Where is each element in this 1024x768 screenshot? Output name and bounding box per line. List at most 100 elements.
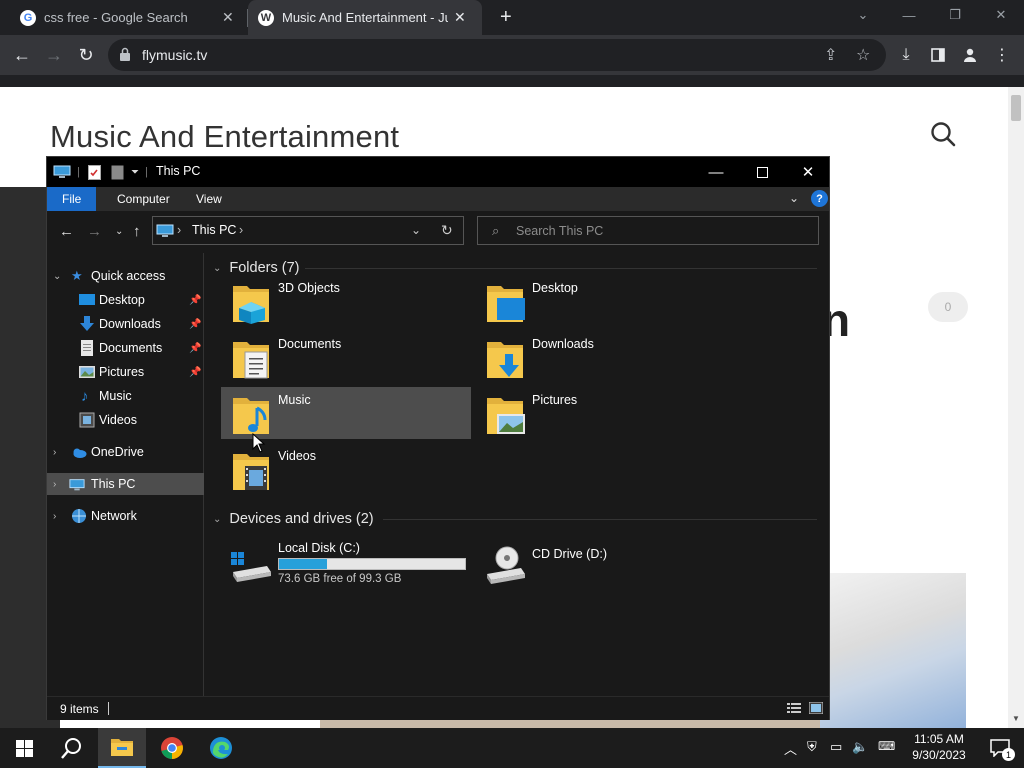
maximize-icon[interactable] bbox=[739, 157, 785, 187]
forward-arrow-icon[interactable]: → bbox=[87, 223, 102, 240]
back-icon[interactable]: ← bbox=[10, 43, 34, 67]
nav-network[interactable]: › Network bbox=[47, 505, 204, 527]
close-icon[interactable]: ✕ bbox=[978, 0, 1024, 30]
details-view-icon[interactable] bbox=[787, 702, 801, 714]
edge-icon bbox=[210, 737, 232, 759]
address-bar[interactable]: flymusic.tv ⇪ ☆ bbox=[108, 39, 886, 71]
folder-3d-objects[interactable]: 3D Objects bbox=[221, 275, 471, 327]
search-icon bbox=[61, 738, 81, 759]
this-pc-icon bbox=[69, 479, 85, 491]
tab-google-search[interactable]: G css free - Google Search ✕ bbox=[20, 0, 234, 35]
collapsed-chevron-icon[interactable]: › bbox=[53, 511, 56, 522]
minimize-icon[interactable]: — bbox=[693, 157, 739, 187]
back-arrow-icon[interactable]: ← bbox=[59, 223, 74, 240]
network-tray-icon[interactable]: ▭ bbox=[830, 739, 842, 755]
help-icon[interactable]: ? bbox=[811, 190, 828, 207]
close-icon[interactable]: ✕ bbox=[785, 157, 831, 187]
this-pc-icon bbox=[156, 224, 174, 237]
nav-quick-access[interactable]: ⌄ ★ Quick access bbox=[47, 265, 204, 287]
folder-documents[interactable]: Documents bbox=[221, 331, 471, 383]
collapsed-chevron-icon[interactable]: › bbox=[53, 479, 56, 490]
recent-locations-chevron-icon[interactable]: ⌄ bbox=[115, 226, 123, 237]
nav-pictures[interactable]: Pictures 📌 bbox=[47, 361, 204, 383]
side-panel-icon[interactable] bbox=[926, 43, 950, 67]
share-icon[interactable]: ⇪ bbox=[824, 45, 837, 65]
profile-icon[interactable] bbox=[958, 43, 982, 67]
folder-downloads[interactable]: Downloads bbox=[475, 331, 725, 383]
expanded-chevron-icon[interactable]: ⌄ bbox=[213, 514, 221, 525]
reload-icon[interactable]: ↻ bbox=[74, 43, 98, 67]
comment-count-badge[interactable]: 0 bbox=[928, 292, 968, 322]
search-icon[interactable] bbox=[930, 121, 956, 147]
address-dropdown-icon[interactable]: ⌄ bbox=[411, 223, 421, 237]
system-clock[interactable]: 11:05 AM 9/30/2023 bbox=[906, 731, 972, 763]
close-icon[interactable]: ✕ bbox=[454, 9, 466, 26]
group-title: Folders (7) bbox=[229, 260, 300, 276]
folder-music[interactable]: Music bbox=[221, 387, 471, 439]
close-icon[interactable]: ✕ bbox=[222, 9, 234, 26]
search-icon: ⌕ bbox=[492, 223, 500, 238]
drive-cd-d[interactable]: CD Drive (D:) bbox=[475, 537, 725, 589]
page-scrollbar[interactable]: ▼ bbox=[1008, 87, 1024, 728]
ribbon-tab-computer[interactable]: Computer bbox=[102, 187, 185, 211]
show-hidden-icons-chevron-icon[interactable]: ︿ bbox=[784, 739, 797, 758]
taskbar-edge[interactable] bbox=[197, 728, 245, 768]
download-icon[interactable]: ⤓ bbox=[894, 43, 918, 67]
restore-icon[interactable]: ❐ bbox=[932, 0, 978, 30]
forward-icon[interactable]: → bbox=[42, 43, 66, 67]
start-button[interactable] bbox=[0, 728, 48, 768]
new-folder-icon[interactable] bbox=[111, 164, 124, 180]
taskbar-chrome[interactable] bbox=[148, 728, 196, 768]
search-box[interactable]: ⌕ bbox=[477, 216, 819, 245]
folder-desktop[interactable]: Desktop bbox=[475, 275, 725, 327]
nav-music[interactable]: ♪ Music bbox=[47, 385, 204, 407]
status-bar: 9 items bbox=[47, 696, 829, 720]
ribbon-tab-file[interactable]: File bbox=[47, 187, 97, 211]
search-button[interactable] bbox=[48, 728, 96, 768]
expand-ribbon-chevron-icon[interactable]: ⌄ bbox=[789, 191, 799, 205]
large-icons-view-icon[interactable] bbox=[809, 702, 823, 714]
up-arrow-icon[interactable]: ↑ bbox=[133, 223, 141, 240]
taskbar-file-explorer[interactable] bbox=[98, 728, 146, 768]
site-title[interactable]: Music And Entertainment bbox=[50, 119, 399, 155]
scrollbar-thumb[interactable] bbox=[1011, 95, 1021, 121]
customize-toolbar-chevron-icon[interactable]: ⏷ bbox=[131, 164, 139, 180]
breadcrumb-chevron-icon[interactable]: › bbox=[239, 223, 243, 237]
refresh-icon[interactable]: ↻ bbox=[441, 222, 453, 239]
folder-pictures[interactable]: Pictures bbox=[475, 387, 725, 439]
breadcrumb-chevron-icon[interactable]: › bbox=[177, 223, 181, 237]
folder-label: Downloads bbox=[532, 337, 594, 351]
pin-icon: 📌 bbox=[189, 342, 202, 354]
properties-icon[interactable] bbox=[88, 164, 101, 180]
tab-search-icon[interactable]: ⌄ bbox=[840, 0, 886, 30]
security-icon[interactable]: ⛨ bbox=[807, 739, 817, 755]
tab-music-entertainment[interactable]: W Music And Entertainment - Just ✕ bbox=[248, 0, 482, 35]
ribbon-tab-view[interactable]: View bbox=[181, 187, 237, 211]
menu-kebab-icon[interactable]: ⋮ bbox=[990, 43, 1014, 67]
expanded-chevron-icon[interactable]: ⌄ bbox=[213, 263, 221, 274]
bookmark-star-icon[interactable]: ☆ bbox=[856, 45, 870, 65]
keyboard-icon[interactable]: ⌨ bbox=[878, 739, 895, 753]
group-header-devices[interactable]: ⌄ Devices and drives (2) bbox=[213, 509, 374, 529]
breadcrumb-this-pc[interactable]: This PC bbox=[192, 223, 236, 237]
nav-documents[interactable]: Documents 📌 bbox=[47, 337, 204, 359]
drive-local-disk-c[interactable]: Local Disk (C:) 73.6 GB free of 99.3 GB bbox=[221, 537, 471, 589]
minimize-icon[interactable]: — bbox=[886, 0, 932, 30]
scroll-down-arrow-icon[interactable]: ▼ bbox=[1012, 714, 1020, 723]
nav-desktop[interactable]: Desktop 📌 bbox=[47, 289, 204, 311]
collapsed-chevron-icon[interactable]: › bbox=[53, 447, 56, 458]
location-bar[interactable]: › This PC › ⌄ ↻ bbox=[152, 216, 464, 245]
nav-downloads[interactable]: Downloads 📌 bbox=[47, 313, 204, 335]
cd-drive-icon bbox=[487, 546, 525, 584]
clock-time: 11:05 AM bbox=[914, 732, 964, 746]
search-input[interactable] bbox=[516, 222, 796, 240]
notification-center-button[interactable]: 1 bbox=[976, 728, 1024, 768]
nav-videos[interactable]: Videos bbox=[47, 409, 204, 431]
volume-muted-icon[interactable]: 🔈 bbox=[852, 739, 868, 755]
new-tab-button[interactable]: + bbox=[500, 6, 512, 29]
expanded-chevron-icon[interactable]: ⌄ bbox=[53, 271, 61, 282]
nav-this-pc[interactable]: › This PC bbox=[47, 473, 204, 495]
explorer-titlebar[interactable]: | ⏷ | This PC — ✕ bbox=[47, 157, 829, 187]
nav-onedrive[interactable]: › OneDrive bbox=[47, 441, 204, 463]
taskbar: ︿ ⛨ ▭ 🔈 ⌨ 11:05 AM 9/30/2023 1 bbox=[0, 728, 1024, 768]
